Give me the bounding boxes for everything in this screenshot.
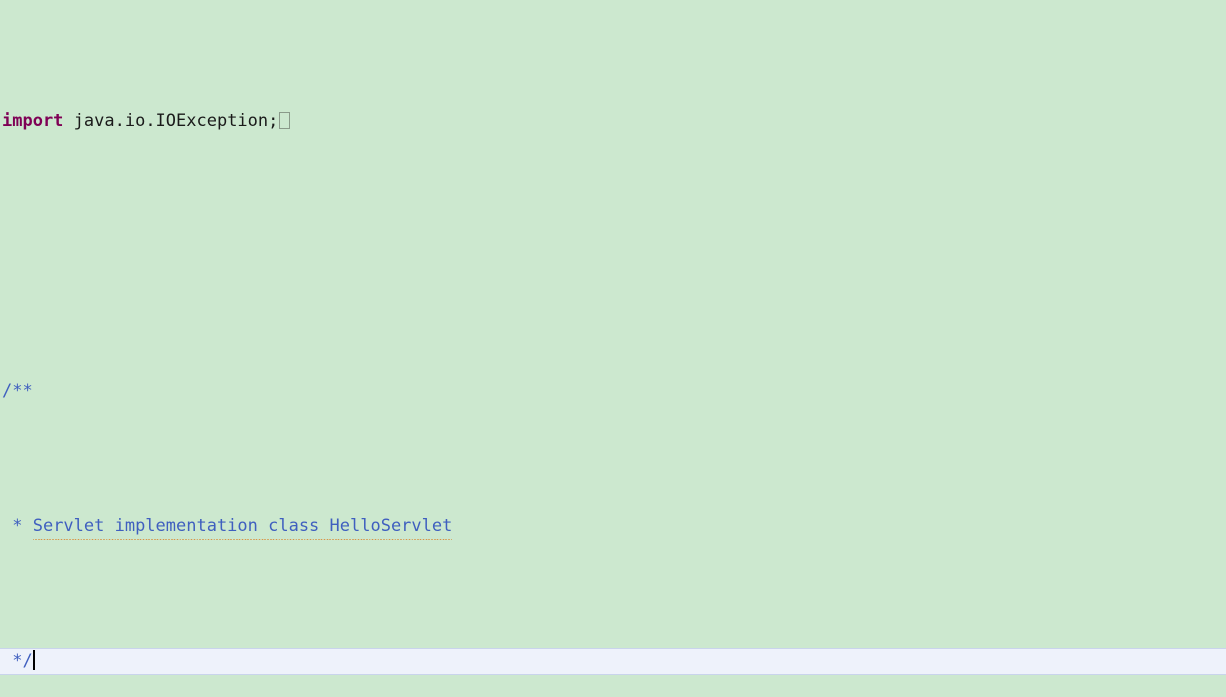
keyword-import: import	[2, 111, 64, 131]
code-line-import[interactable]: import java.io.IOException;	[0, 108, 1226, 135]
javadoc-class-description: Servlet implementation class HelloServle…	[32, 513, 452, 540]
code-line-javadoc-open[interactable]: /**	[0, 378, 1226, 405]
javadoc-star: *	[2, 516, 33, 536]
code-editor[interactable]: import java.io.IOException; /** * Servle…	[0, 0, 1226, 697]
javadoc-close: */	[2, 651, 33, 671]
code-line-javadoc-close-current[interactable]: */	[0, 648, 1226, 675]
code-line-javadoc-class-desc[interactable]: * Servlet implementation class HelloServ…	[0, 513, 1226, 540]
import-path: java.io.IOException;	[73, 111, 279, 131]
javadoc-open: /**	[2, 381, 33, 401]
text-cursor	[32, 650, 35, 670]
code-line-blank[interactable]	[0, 243, 1226, 270]
folded-code-box-icon[interactable]	[279, 112, 291, 129]
code-text-area[interactable]: import java.io.IOException; /** * Servle…	[0, 0, 1226, 697]
